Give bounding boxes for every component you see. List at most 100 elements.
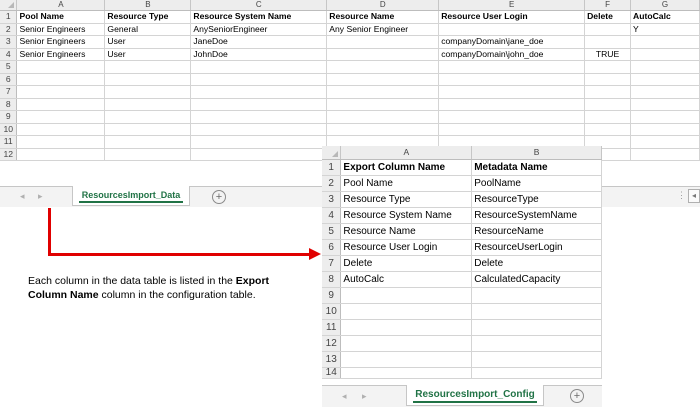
cell[interactable]: Export Column Name <box>340 159 473 176</box>
row-header[interactable]: 3 <box>322 191 342 208</box>
cell[interactable]: AutoCalc <box>630 10 700 24</box>
cell[interactable]: CalculatedCapacity <box>471 271 602 288</box>
cell[interactable] <box>471 351 602 368</box>
cell[interactable] <box>630 85 700 99</box>
cell[interactable] <box>104 123 192 136</box>
cell[interactable]: Any Senior Engineer <box>326 23 440 36</box>
cell[interactable] <box>438 60 586 74</box>
column-header-b[interactable]: B <box>471 146 602 160</box>
cell[interactable] <box>326 60 440 74</box>
cell[interactable] <box>438 98 586 111</box>
cell[interactable] <box>190 73 328 86</box>
cell[interactable] <box>584 98 632 111</box>
row-header[interactable]: 7 <box>0 85 18 99</box>
cell[interactable]: Resource System Name <box>340 207 473 224</box>
cell[interactable] <box>340 319 473 336</box>
cell[interactable] <box>326 123 440 136</box>
cell[interactable]: Resource Type <box>104 10 192 24</box>
cell[interactable] <box>471 367 602 379</box>
cell[interactable] <box>190 85 328 99</box>
cell[interactable] <box>340 335 473 352</box>
cell[interactable] <box>326 98 440 111</box>
cell[interactable]: Senior Engineers <box>16 48 106 61</box>
cell[interactable] <box>326 85 440 99</box>
row-header[interactable]: 10 <box>322 303 342 320</box>
cell[interactable] <box>190 123 328 136</box>
row-header[interactable]: 2 <box>322 175 342 192</box>
cell[interactable]: JaneDoe <box>190 35 328 49</box>
cell[interactable] <box>584 85 632 99</box>
select-all-corner[interactable] <box>0 0 18 11</box>
cell[interactable] <box>438 123 586 136</box>
cell[interactable] <box>471 287 602 304</box>
column-header-g[interactable]: G <box>630 0 700 11</box>
select-all-corner[interactable] <box>322 146 342 160</box>
cell[interactable]: Senior Engineers <box>16 23 106 36</box>
cell[interactable] <box>16 123 106 136</box>
column-header-e[interactable]: E <box>438 0 586 11</box>
cell[interactable] <box>190 60 328 74</box>
row-header[interactable]: 6 <box>322 239 342 256</box>
cell[interactable]: companyDomain\john_doe <box>438 48 586 61</box>
plus-circle-icon[interactable]: + <box>212 190 226 204</box>
prev-sheet-icon[interactable]: ◂ <box>342 391 347 402</box>
scroll-split-handle[interactable]: ⋮ <box>677 190 686 201</box>
cell[interactable] <box>630 48 700 61</box>
cell[interactable] <box>630 110 700 124</box>
cell[interactable] <box>16 85 106 99</box>
row-header[interactable]: 7 <box>322 255 342 272</box>
cell[interactable]: Resource System Name <box>190 10 328 24</box>
cell[interactable] <box>340 287 473 304</box>
cell[interactable]: Resource User Login <box>340 239 473 256</box>
cell[interactable]: companyDomain\jane_doe <box>438 35 586 49</box>
cell[interactable] <box>584 23 632 36</box>
column-header-d[interactable]: D <box>326 0 440 11</box>
row-header[interactable]: 5 <box>322 223 342 240</box>
cell[interactable] <box>104 110 192 124</box>
next-sheet-icon[interactable]: ▸ <box>362 391 367 402</box>
column-header-b[interactable]: B <box>104 0 192 11</box>
cell[interactable]: Delete <box>340 255 473 272</box>
cell[interactable] <box>16 60 106 74</box>
cell[interactable] <box>630 135 700 149</box>
column-header-c[interactable]: C <box>190 0 328 11</box>
cell[interactable] <box>471 335 602 352</box>
cell[interactable]: Pool Name <box>340 175 473 192</box>
row-header[interactable]: 12 <box>322 335 342 352</box>
cell[interactable] <box>16 135 106 149</box>
row-header[interactable]: 1 <box>0 10 18 24</box>
row-header[interactable]: 6 <box>0 73 18 86</box>
cell[interactable]: Pool Name <box>16 10 106 24</box>
cell[interactable]: AutoCalc <box>340 271 473 288</box>
cell[interactable]: Delete <box>584 10 632 24</box>
row-header[interactable]: 8 <box>0 98 18 111</box>
cell[interactable] <box>630 60 700 74</box>
cell[interactable] <box>584 35 632 49</box>
cell[interactable]: PoolName <box>471 175 602 192</box>
cell[interactable]: ResourceSystemName <box>471 207 602 224</box>
cell[interactable] <box>471 319 602 336</box>
cell[interactable] <box>326 110 440 124</box>
cell[interactable] <box>340 351 473 368</box>
cell[interactable] <box>16 148 106 161</box>
cell[interactable]: User <box>104 48 192 61</box>
column-header-a[interactable]: A <box>340 146 473 160</box>
cell[interactable] <box>438 110 586 124</box>
cell[interactable] <box>584 110 632 124</box>
prev-sheet-icon[interactable]: ◂ <box>20 191 25 202</box>
cell[interactable] <box>630 148 700 161</box>
cell[interactable] <box>190 110 328 124</box>
cell[interactable] <box>471 303 602 320</box>
cell[interactable] <box>326 35 440 49</box>
cell[interactable]: Resource Name <box>326 10 440 24</box>
row-header[interactable]: 4 <box>0 48 18 61</box>
cell[interactable] <box>326 73 440 86</box>
cell[interactable] <box>104 85 192 99</box>
cell[interactable] <box>190 98 328 111</box>
cell[interactable] <box>104 73 192 86</box>
cell[interactable]: TRUE <box>584 48 632 61</box>
row-header[interactable]: 2 <box>0 23 18 36</box>
row-header[interactable]: 3 <box>0 35 18 49</box>
cell[interactable] <box>438 23 586 36</box>
cell[interactable]: User <box>104 35 192 49</box>
